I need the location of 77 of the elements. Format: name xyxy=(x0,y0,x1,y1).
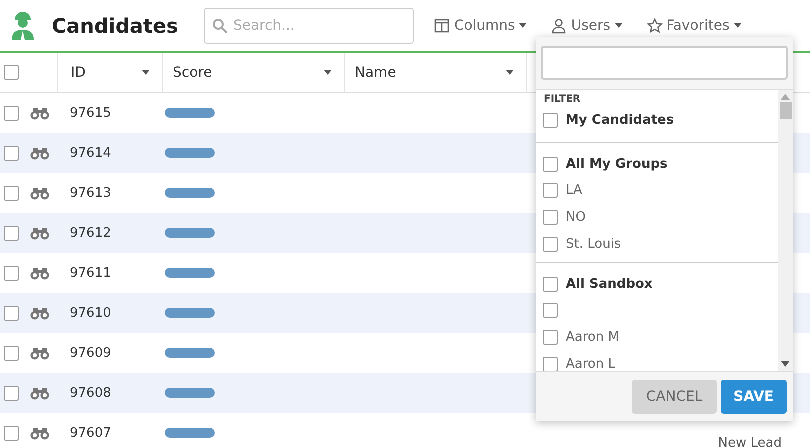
checkbox[interactable] xyxy=(543,156,558,172)
checkbox[interactable] xyxy=(543,237,558,252)
caret-icon xyxy=(614,23,623,28)
checkbox[interactable] xyxy=(4,386,19,400)
section-heading: FILTER xyxy=(543,94,582,105)
checkbox[interactable] xyxy=(4,106,19,120)
score-bar xyxy=(165,388,215,398)
checkbox[interactable] xyxy=(4,186,19,200)
page-title: Candidates xyxy=(52,14,178,38)
caret-icon xyxy=(142,70,150,75)
column-header[interactable]: Name xyxy=(345,53,527,92)
checkbox[interactable] xyxy=(4,306,19,320)
filter-option[interactable]: Aaron L xyxy=(536,351,778,371)
menu-button[interactable]: Columns xyxy=(430,18,532,34)
checkbox[interactable] xyxy=(543,112,558,128)
filter-option[interactable]: LA xyxy=(536,177,778,204)
filter-option[interactable]: My Candidates xyxy=(536,107,778,133)
caret-icon xyxy=(506,70,514,75)
checkbox[interactable] xyxy=(543,303,558,318)
scroll-up-icon[interactable] xyxy=(781,94,790,100)
caret-icon xyxy=(519,23,528,28)
search-icon xyxy=(212,18,228,34)
table-cell-text: 97607 xyxy=(70,426,112,440)
checkbox[interactable] xyxy=(4,346,19,360)
caret-icon xyxy=(324,70,332,75)
binoculars-icon[interactable] xyxy=(30,146,50,160)
menu-button[interactable]: Favorites xyxy=(642,18,746,34)
table-cell-text: 97612 xyxy=(70,226,112,240)
checkbox[interactable] xyxy=(4,426,19,440)
score-bar xyxy=(165,188,215,198)
save-button[interactable]: SAVE xyxy=(720,380,787,414)
checkbox[interactable] xyxy=(543,357,558,371)
table-cell-text: 97608 xyxy=(70,386,112,400)
checkbox[interactable] xyxy=(543,210,558,225)
checkbox[interactable] xyxy=(4,146,19,160)
star-icon xyxy=(646,18,663,34)
cancel-button[interactable]: CANCEL xyxy=(632,380,717,414)
binoculars-icon[interactable] xyxy=(30,426,50,440)
binoculars-icon[interactable] xyxy=(30,306,50,320)
score-bar xyxy=(165,228,215,238)
table-cell: New Lead xyxy=(718,436,782,448)
menu-button[interactable]: Users xyxy=(547,18,627,34)
checkbox[interactable] xyxy=(4,266,19,280)
score-bar xyxy=(165,268,215,278)
columns-icon xyxy=(434,18,450,34)
table-cell-text: 97614 xyxy=(70,146,112,160)
table-cell-text: 97609 xyxy=(70,346,112,360)
scroll-down-icon[interactable] xyxy=(781,361,790,367)
input-field[interactable] xyxy=(541,46,788,80)
checkbox[interactable] xyxy=(4,226,19,240)
column-header[interactable]: ID xyxy=(58,53,163,92)
score-bar xyxy=(165,308,215,318)
binoculars-icon[interactable] xyxy=(30,226,50,240)
scroll-thumb[interactable] xyxy=(780,102,792,119)
score-bar xyxy=(165,348,215,358)
binoculars-icon[interactable] xyxy=(30,266,50,280)
table-cell-text: 97611 xyxy=(70,266,112,280)
checkbox[interactable] xyxy=(543,276,558,292)
score-bar xyxy=(165,148,215,158)
binoculars-icon[interactable] xyxy=(30,186,50,200)
column-header[interactable]: Score xyxy=(163,53,345,92)
binoculars-icon[interactable] xyxy=(30,106,50,120)
table-cell-text: 97613 xyxy=(70,186,112,200)
table-cell-text: 97610 xyxy=(70,306,112,320)
checkbox[interactable] xyxy=(4,65,19,80)
score-bar xyxy=(165,428,215,438)
search-field[interactable]: Search... xyxy=(204,8,414,44)
scrollbar[interactable] xyxy=(778,90,793,371)
binoculars-icon[interactable] xyxy=(30,346,50,360)
caret-icon xyxy=(734,23,742,28)
binoculars-icon[interactable] xyxy=(30,386,50,400)
score-bar xyxy=(165,108,215,118)
checkbox[interactable] xyxy=(543,330,558,345)
user-icon xyxy=(551,18,568,34)
person-icon xyxy=(10,12,36,40)
table-cell-text: 97615 xyxy=(70,106,112,120)
checkbox[interactable] xyxy=(543,183,558,198)
